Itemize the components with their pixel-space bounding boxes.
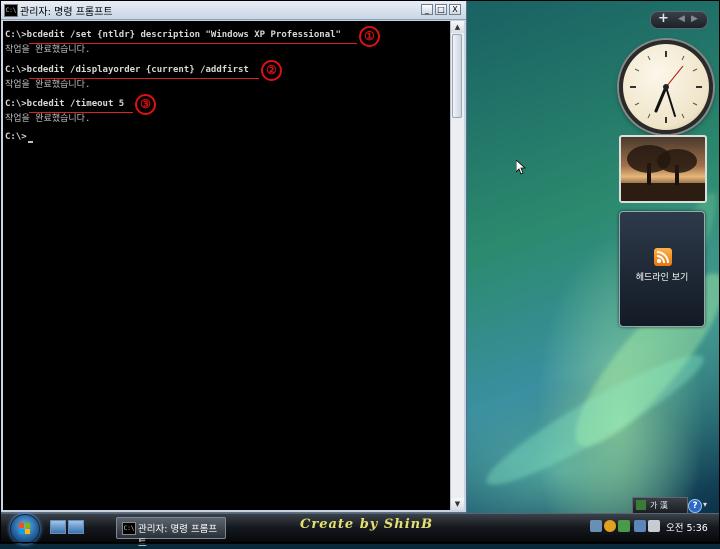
volume-icon[interactable]	[648, 520, 660, 532]
language-bar[interactable]: 가 漢	[632, 497, 688, 514]
ime-mode-label: 가 漢	[650, 501, 668, 510]
console-line-output: 작업을 완료했습니다.	[5, 114, 91, 124]
cmd-icon: C:\	[4, 4, 18, 17]
start-button[interactable]	[10, 514, 40, 544]
scrollbar-thumb[interactable]	[452, 34, 462, 118]
console-prompt: C:\>	[5, 132, 27, 142]
text-cursor	[28, 141, 33, 143]
mouse-cursor-icon	[515, 159, 527, 180]
network-connection-icon[interactable]	[634, 520, 646, 532]
security-tray-icon[interactable]	[604, 520, 616, 532]
sidebar-next-icon[interactable]: ▶	[691, 14, 698, 24]
network-tray-icon[interactable]	[590, 520, 602, 532]
switch-windows-icon[interactable]	[68, 520, 84, 534]
sidebar-prev-icon[interactable]: ◀	[678, 14, 685, 24]
console-line-command: C:\>bcdedit /timeout 5	[5, 99, 125, 109]
window-title: 관리자: 명령 프롬프트	[20, 7, 113, 18]
console-line-output: 작업을 완료했습니다.	[5, 80, 91, 90]
help-icon[interactable]: ?	[688, 499, 702, 513]
rss-icon	[654, 248, 672, 266]
scroll-down-button[interactable]: ▼	[451, 498, 464, 510]
app-tray-icon[interactable]	[618, 520, 630, 532]
headlines-label[interactable]: 헤드라인 보기	[620, 270, 704, 283]
taskbar-clock[interactable]: 오전 5:36	[666, 520, 708, 534]
tree-photo	[621, 145, 705, 201]
annotation-badge: ②	[261, 60, 282, 81]
cmd-icon: C:\	[122, 522, 136, 535]
taskbar-item-command-prompt[interactable]: C:\ 관리자: 명령 프롬프트	[116, 517, 226, 549]
console-output[interactable]: C:\>bcdedit /set {ntldr} description "Wi…	[3, 21, 450, 510]
maximize-button[interactable]: □	[435, 4, 447, 15]
taskbar-item-label: 관리자: 명령 프롬프트	[138, 524, 218, 549]
aurora-streak	[476, 340, 714, 500]
clock-gadget[interactable]	[619, 40, 713, 134]
console-line-command: C:\>bcdedit /set {ntldr} description "Wi…	[5, 30, 341, 40]
console-line-output: 작업을 완료했습니다.	[5, 45, 91, 55]
console-line-command: C:\>bcdedit /displayorder {current} /add…	[5, 65, 249, 75]
scroll-up-button[interactable]: ▲	[451, 21, 464, 33]
command-prompt-window[interactable]: C:\ 관리자: 명령 프롬프트 _ □ X C:\>bcdedit /set …	[0, 0, 467, 513]
sidebar-controls: + ◀ ▶	[650, 11, 708, 29]
clock-face-icon	[630, 51, 702, 123]
show-desktop-icon[interactable]	[50, 520, 66, 534]
ime-icon	[636, 500, 646, 510]
annotation-badge: ③	[135, 94, 156, 115]
feed-headlines-gadget[interactable]: 헤드라인 보기	[619, 211, 705, 327]
windows-logo-icon	[19, 523, 30, 534]
vertical-scrollbar[interactable]: ▲ ▼	[450, 21, 464, 510]
window-titlebar[interactable]: C:\ 관리자: 명령 프롬프트 _ □ X	[1, 1, 466, 20]
slideshow-gadget[interactable]	[619, 135, 707, 203]
author-signature: Create by ShinB	[300, 517, 434, 532]
annotation-badge: ①	[359, 26, 380, 47]
minimize-button[interactable]: _	[421, 4, 433, 15]
close-button[interactable]: X	[449, 4, 461, 15]
add-gadget-button[interactable]: +	[658, 11, 669, 26]
language-bar-options-icon[interactable]: ▾	[703, 500, 712, 510]
